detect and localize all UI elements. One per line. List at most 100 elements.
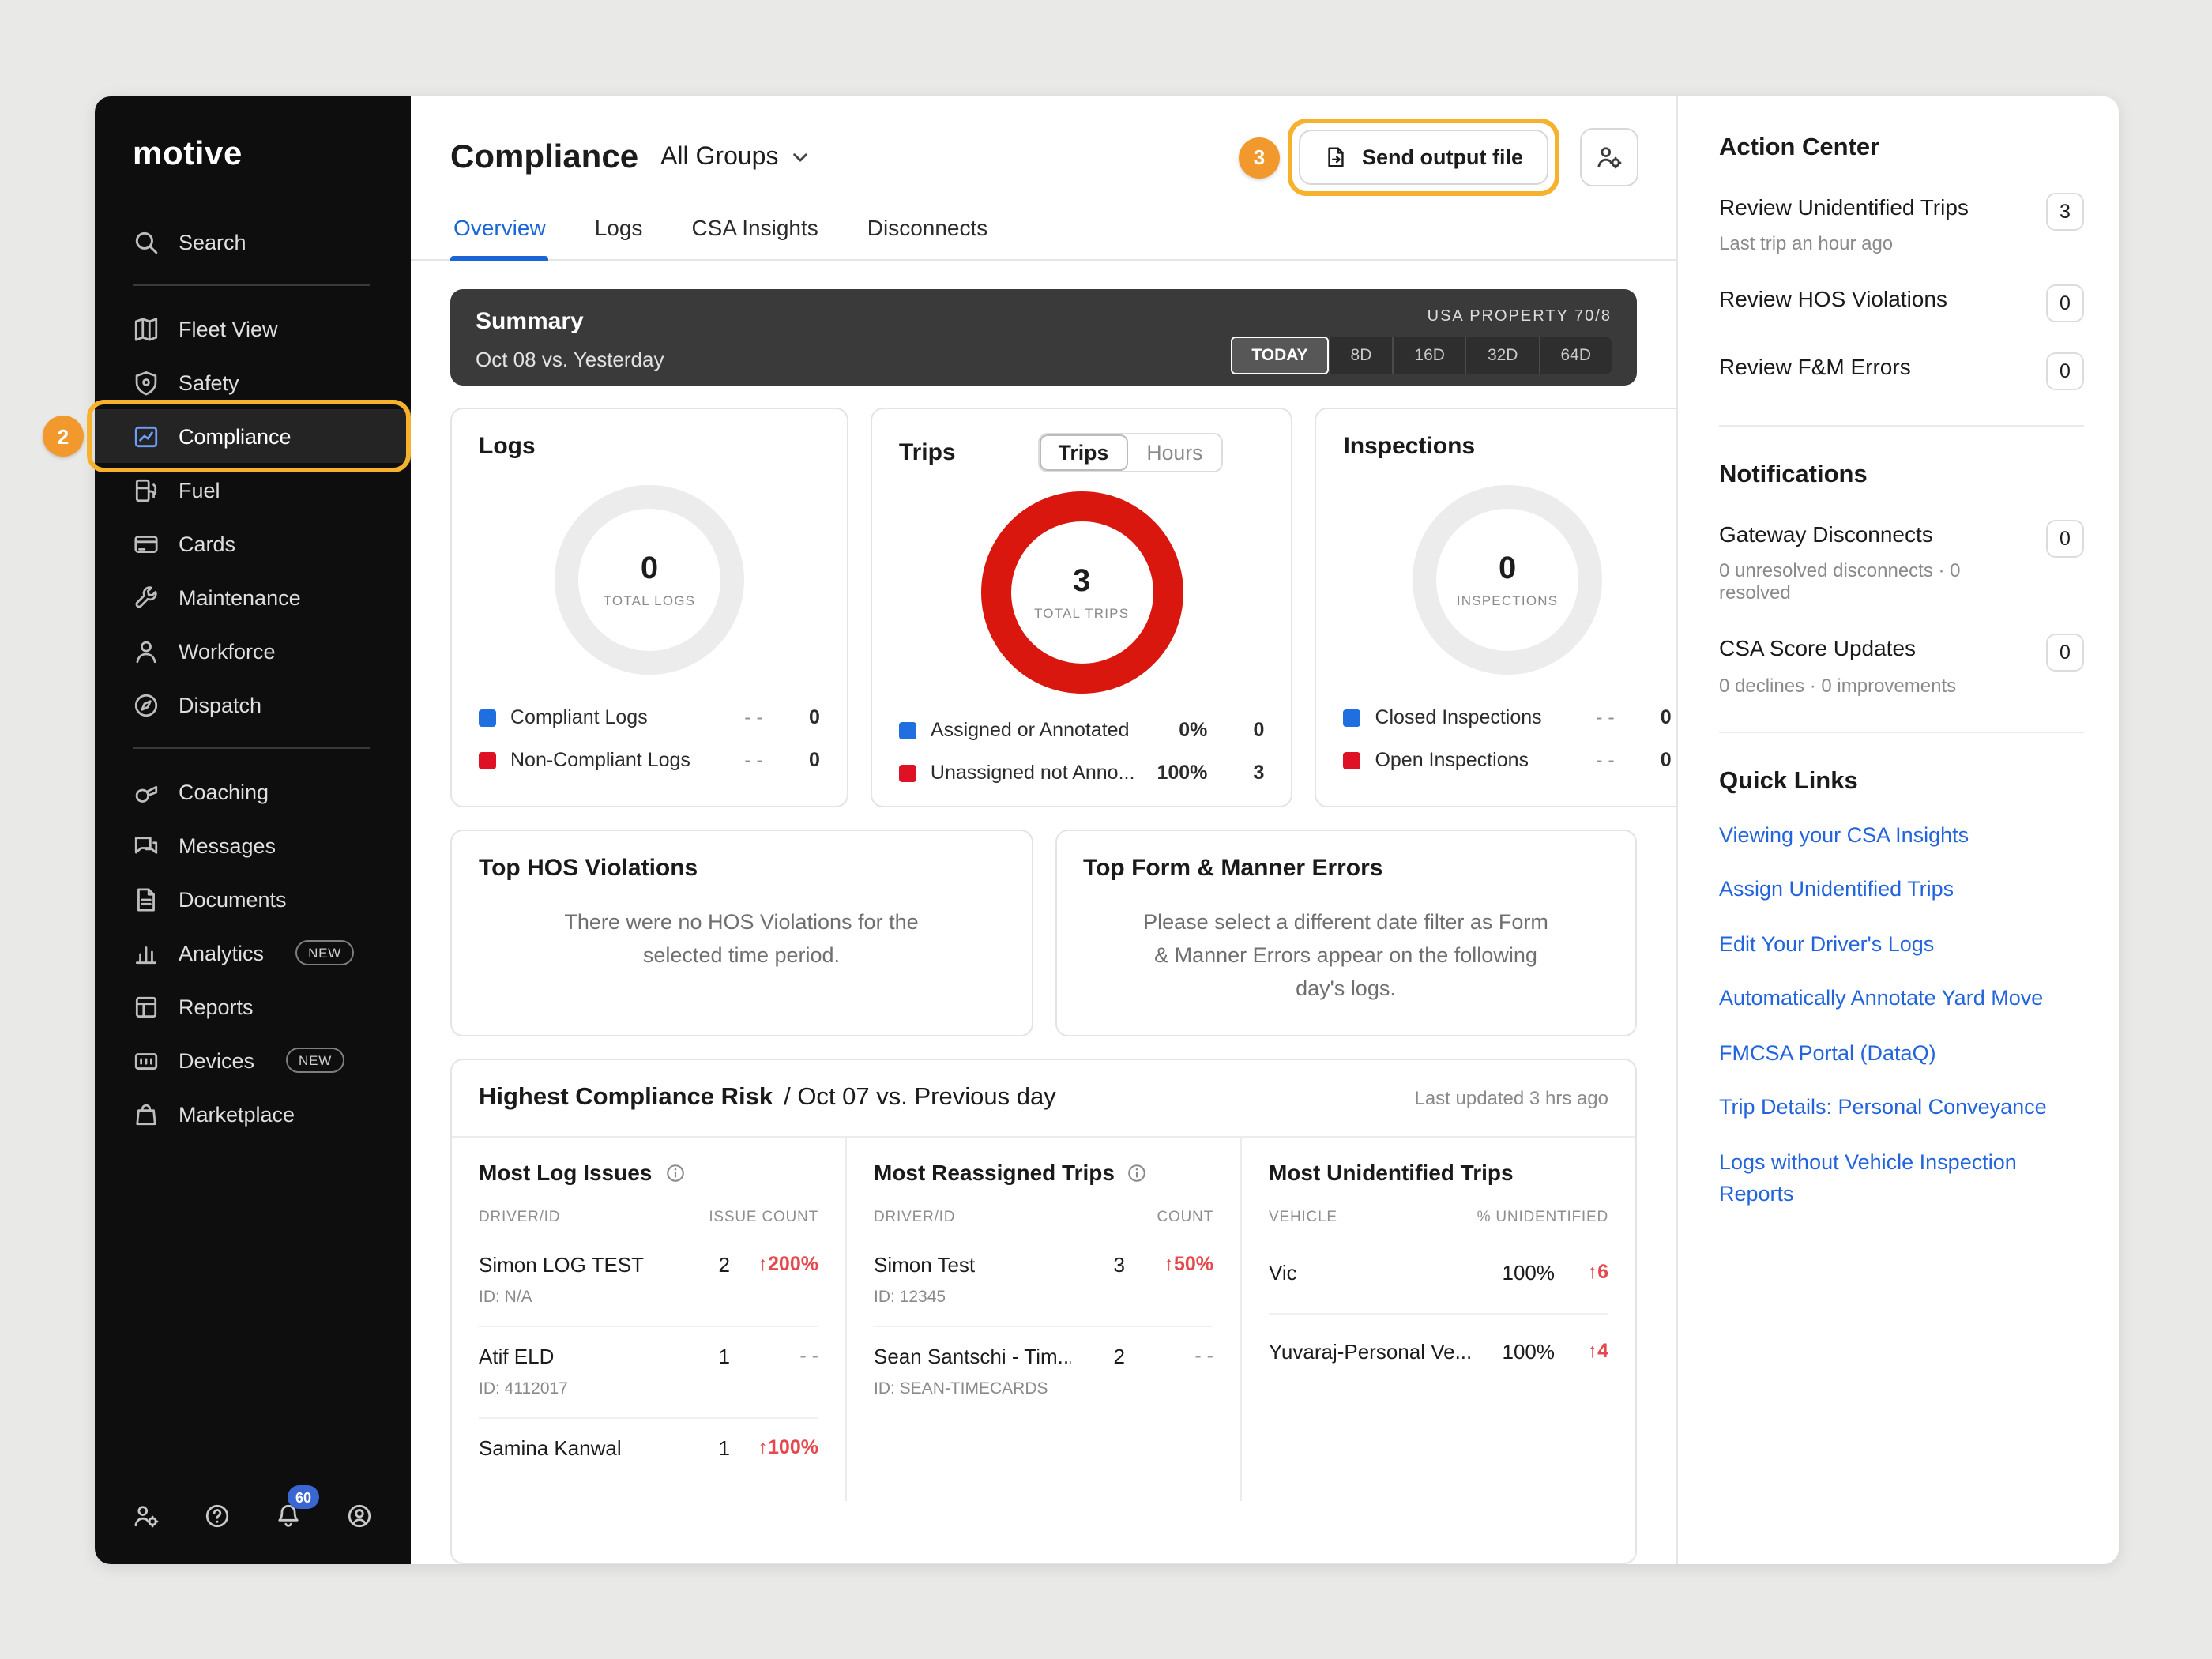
notifications-bell-icon[interactable]: 60	[275, 1503, 302, 1529]
count-badge: 0	[2046, 634, 2084, 672]
sidebar-item-dispatch[interactable]: Dispatch	[95, 678, 411, 732]
date-range-toggle: TODAY 8D 16D 32D 64D	[1231, 337, 1612, 374]
sidebar-item-label: Coaching	[179, 780, 269, 803]
tab-overview[interactable]: Overview	[450, 199, 549, 259]
trend-up-icon: ↑6	[1555, 1261, 1608, 1283]
quick-link-annotate-yard-move[interactable]: Automatically Annotate Yard Move	[1719, 984, 2084, 1014]
sidebar-item-search[interactable]: Search	[95, 215, 411, 269]
sidebar-item-safety[interactable]: Safety	[95, 356, 411, 409]
trips-legend: Assigned or Annotated 0% 0 Unassigned no…	[899, 719, 1265, 784]
range-32d-button[interactable]: 32D	[1465, 337, 1539, 374]
tab-logs[interactable]: Logs	[592, 199, 646, 259]
table-row[interactable]: Simon LOG TESTID: N/A 2 ↑200%	[479, 1236, 818, 1326]
legend-swatch-blue	[479, 709, 496, 726]
legend-swatch-red	[479, 751, 496, 769]
fuel-pump-icon	[133, 476, 160, 503]
shield-icon	[133, 369, 160, 396]
logs-card: Logs 0 TOTAL LOGS	[450, 408, 848, 807]
stats-cards-row: Logs 0 TOTAL LOGS	[450, 408, 1637, 807]
table-row[interactable]: Samina Kanwal 1 ↑100%	[479, 1417, 818, 1479]
table-row[interactable]: Vic 100% ↑6	[1269, 1236, 1608, 1313]
quick-link-fmcsa-portal[interactable]: FMCSA Portal (DataQ)	[1719, 1038, 2084, 1069]
help-icon[interactable]	[204, 1503, 231, 1529]
empty-state-row: Top HOS Violations There were no HOS Vio…	[450, 830, 1637, 1036]
sidebar-item-workforce[interactable]: Workforce	[95, 624, 411, 678]
count-badge: 0	[2046, 520, 2084, 558]
notification-gateway-disconnects[interactable]: Gateway Disconnects 0 unresolved disconn…	[1719, 520, 2084, 604]
quick-link-logs-without-vir[interactable]: Logs without Vehicle Inspection Reports	[1719, 1147, 2084, 1209]
info-icon[interactable]	[664, 1162, 685, 1183]
send-output-file-button[interactable]: Send output file	[1299, 130, 1548, 185]
trips-card: Trips Trips Hours 3 TOTAL TRIPS	[871, 408, 1293, 807]
sidebar-item-fuel[interactable]: Fuel	[95, 463, 411, 517]
sidebar-item-reports[interactable]: Reports	[95, 980, 411, 1033]
table-row[interactable]: Atif ELDID: 4112017 1 - -	[479, 1326, 818, 1417]
group-selector-value: All Groups	[660, 143, 778, 171]
info-icon[interactable]	[1127, 1162, 1148, 1183]
sidebar-item-label: Documents	[179, 887, 287, 911]
action-review-hos-violations[interactable]: Review HOS Violations 0	[1719, 284, 2084, 322]
legend-swatch-red	[1343, 751, 1360, 769]
range-8d-button[interactable]: 8D	[1329, 337, 1393, 374]
trend-up-icon: ↑200%	[730, 1253, 818, 1275]
range-64d-button[interactable]: 64D	[1538, 337, 1612, 374]
sidebar-item-messages[interactable]: Messages	[95, 818, 411, 872]
legend-swatch-blue	[1343, 709, 1360, 726]
sidebar-item-compliance[interactable]: 2 Compliance	[95, 409, 411, 463]
annotation-step-badge: 3	[1239, 137, 1280, 178]
table-row[interactable]: Sean Santschi - Tim...ID: SEAN-TIMECARDS…	[874, 1326, 1213, 1417]
quick-link-assign-unidentified-trips[interactable]: Assign Unidentified Trips	[1719, 874, 2084, 905]
page-header: Compliance All Groups 3 Send output file	[411, 96, 1676, 199]
sidebar-footer: 60	[95, 1477, 411, 1564]
quick-link-csa-insights[interactable]: Viewing your CSA Insights	[1719, 819, 2084, 850]
sidebar-item-devices[interactable]: Devices NEW	[95, 1033, 411, 1087]
action-review-unidentified-trips[interactable]: Review Unidentified Trips Last trip an h…	[1719, 193, 2084, 254]
range-today-button[interactable]: TODAY	[1231, 337, 1328, 374]
search-icon	[133, 228, 160, 255]
group-selector[interactable]: All Groups	[660, 143, 810, 171]
sidebar-item-label: Analytics	[179, 941, 264, 965]
sidebar-item-documents[interactable]: Documents	[95, 872, 411, 926]
report-table-icon	[133, 993, 160, 1020]
sidebar-item-fleet-view[interactable]: Fleet View	[95, 302, 411, 356]
quick-links-title: Quick Links	[1719, 767, 2084, 796]
table-row[interactable]: Simon TestID: 12345 3 ↑50%	[874, 1236, 1213, 1326]
hos-empty-message: There were no HOS Violations for the sel…	[479, 907, 1004, 973]
quick-link-personal-conveyance[interactable]: Trip Details: Personal Conveyance	[1719, 1093, 2084, 1123]
top-fm-errors-card: Top Form & Manner Errors Please select a…	[1055, 830, 1637, 1036]
toggle-trips-button[interactable]: Trips	[1040, 434, 1128, 471]
sidebar-item-analytics[interactable]: Analytics NEW	[95, 926, 411, 980]
compass-icon	[133, 691, 160, 718]
last-updated-label: Last updated 3 hrs ago	[1414, 1087, 1608, 1109]
sidebar-item-maintenance[interactable]: Maintenance	[95, 570, 411, 624]
trend-up-icon: ↑100%	[730, 1436, 818, 1458]
right-panel: Action Center Review Unidentified Trips …	[1676, 96, 2119, 1564]
action-review-fm-errors[interactable]: Review F&M Errors 0	[1719, 352, 2084, 390]
quick-link-edit-drivers-logs[interactable]: Edit Your Driver's Logs	[1719, 928, 2084, 959]
trips-donut-chart: 3 TOTAL TRIPS	[980, 491, 1183, 694]
annotation-step-badge: 2	[43, 416, 84, 457]
sidebar-item-label: Workforce	[179, 639, 276, 663]
summary-date-range: Oct 08 vs. Yesterday	[476, 348, 664, 371]
bar-chart-icon	[133, 939, 160, 966]
toggle-hours-button[interactable]: Hours	[1127, 434, 1221, 471]
sidebar-item-cards[interactable]: Cards	[95, 517, 411, 570]
document-icon	[133, 886, 160, 912]
sidebar: motive Search Fleet View Safety 2 Compli…	[95, 96, 411, 1564]
admin-user-button[interactable]	[1580, 128, 1638, 186]
tab-csa-insights[interactable]: CSA Insights	[688, 199, 821, 259]
legend-item: Unassigned not Anno... 100% 3	[899, 762, 1265, 784]
range-16d-button[interactable]: 16D	[1392, 337, 1465, 374]
sidebar-item-label: Search	[179, 230, 246, 254]
inspections-card-title: Inspections	[1343, 433, 1475, 460]
notifications-title: Notifications	[1719, 461, 2084, 490]
notification-csa-score-updates[interactable]: CSA Score Updates 0 declines · 0 improve…	[1719, 634, 2084, 696]
credit-card-icon	[133, 530, 160, 557]
profile-icon[interactable]	[346, 1503, 373, 1529]
admin-settings-icon[interactable]	[133, 1503, 160, 1529]
sidebar-item-coaching[interactable]: Coaching	[95, 765, 411, 818]
summary-title: Summary	[476, 308, 664, 335]
table-row[interactable]: Yuvaraj-Personal Ve... 100% ↑4	[1269, 1313, 1608, 1392]
tab-disconnects[interactable]: Disconnects	[864, 199, 991, 259]
sidebar-item-marketplace[interactable]: Marketplace	[95, 1087, 411, 1141]
